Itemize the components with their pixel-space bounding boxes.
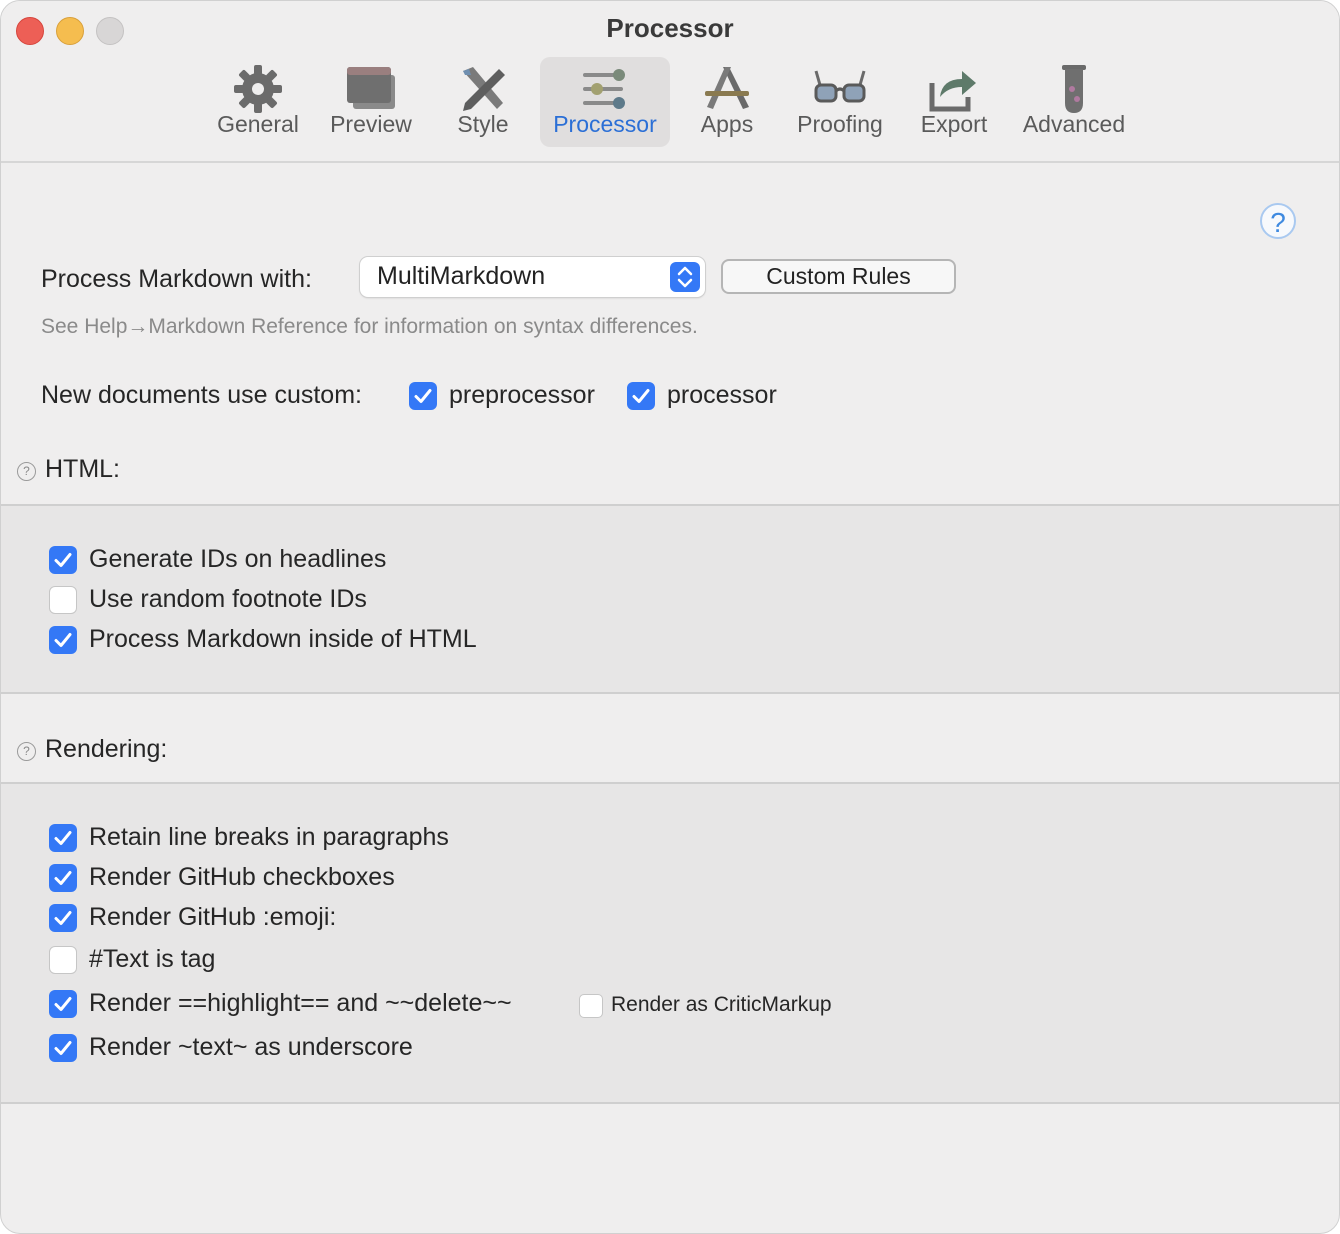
highlight-delete-label: Render ==highlight== and ~~delete~~ [89,989,512,1017]
window-title: Processor [606,13,734,43]
processor-popup[interactable]: MultiMarkdown [360,257,705,297]
tilde-underscore-checkbox[interactable] [49,1034,77,1062]
share-arrow-icon [929,71,976,112]
tab-style[interactable]: Style [441,57,525,147]
custom-rules-button[interactable]: Custom Rules [721,259,956,294]
random-footnote-ids-label: Use random footnote IDs [89,585,367,613]
test-tube-icon [1062,65,1086,113]
tab-preview[interactable]: Preview [319,57,423,147]
html-help-icon[interactable]: ? [17,462,36,481]
syntax-hint: See Help→Markdown Reference for informat… [41,315,698,338]
help-button[interactable]: ? [1260,203,1296,239]
retain-line-breaks-checkbox[interactable] [49,824,77,852]
highlight-delete-checkbox[interactable] [49,990,77,1018]
random-footnote-ids-checkbox[interactable] [49,586,77,614]
tab-proofing-label: Proofing [797,111,883,137]
tilde-underscore-label: Render ~text~ as underscore [89,1033,413,1061]
markdown-inside-html-label: Process Markdown inside of HTML [89,625,477,653]
text-is-tag-checkbox[interactable] [49,946,77,974]
tab-export[interactable]: Export [909,57,999,147]
app-store-icon [705,67,749,109]
retain-line-breaks-label: Retain line breaks in paragraphs [89,823,449,851]
tab-general-label: General [217,111,299,137]
process-markdown-label: Process Markdown with: [41,265,312,293]
new-documents-label: New documents use custom: [41,381,362,409]
tab-processor-label: Processor [553,111,657,137]
preprocessor-checkbox[interactable] [409,382,437,410]
tab-preview-label: Preview [330,111,412,137]
markdown-inside-html-checkbox[interactable] [49,626,77,654]
tab-advanced[interactable]: Advanced [1014,57,1134,147]
text-is-tag-label: #Text is tag [89,945,216,973]
tab-apps[interactable]: Apps [685,57,769,147]
chevron-up-down-icon [670,262,700,292]
html-section-title: HTML: [45,455,120,483]
github-emoji-checkbox[interactable] [49,904,77,932]
critic-markup-label: Render as CriticMarkup [611,993,832,1016]
github-checkboxes-checkbox[interactable] [49,864,77,892]
preprocessor-label: preprocessor [449,381,595,409]
tab-style-label: Style [457,111,509,137]
title-bar: Processor General Preview Style Processo… [1,1,1339,163]
gear-icon [234,65,282,113]
sliders-icon [583,69,625,109]
tab-apps-label: Apps [700,111,754,137]
github-emoji-label: Render GitHub :emoji: [89,903,337,931]
glasses-icon [814,70,866,103]
windows-icon [347,67,395,109]
processor-checkbox[interactable] [627,382,655,410]
tab-advanced-label: Advanced [1022,111,1126,137]
processor-popup-value: MultiMarkdown [377,262,546,290]
html-options-box: Generate IDs on headlines Use random foo… [1,504,1339,694]
paintbrush-pencil-icon [463,67,505,111]
processor-label: processor [667,381,777,409]
tab-export-label: Export [920,111,988,137]
critic-markup-checkbox[interactable] [579,994,603,1018]
tab-processor[interactable]: Processor [540,57,670,147]
rendering-options-box: Retain line breaks in paragraphs Render … [1,782,1339,1104]
preferences-window: Processor General Preview Style Processo… [0,0,1340,1234]
github-checkboxes-label: Render GitHub checkboxes [89,863,395,891]
tab-general[interactable]: General [206,57,310,147]
generate-ids-label: Generate IDs on headlines [89,545,387,573]
generate-ids-checkbox[interactable] [49,546,77,574]
rendering-help-icon[interactable]: ? [17,742,36,761]
tab-proofing[interactable]: Proofing [787,57,893,147]
rendering-section-title: Rendering: [45,735,168,763]
